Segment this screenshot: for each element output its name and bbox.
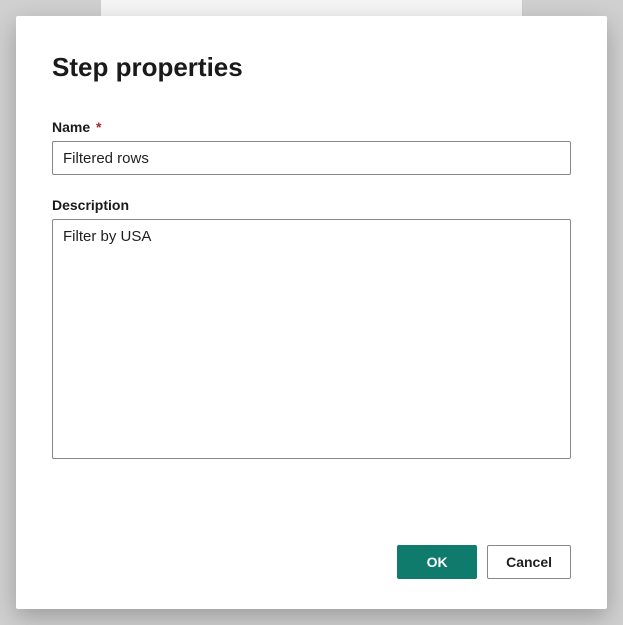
name-label-text: Name (52, 119, 90, 135)
description-input[interactable] (52, 219, 571, 459)
dialog-button-row: OK Cancel (52, 521, 571, 579)
required-indicator: * (96, 119, 101, 135)
dialog-title: Step properties (52, 52, 571, 83)
name-label: Name * (52, 119, 571, 135)
description-field-group: Description (52, 197, 571, 464)
background-window-hint (100, 0, 523, 16)
cancel-button[interactable]: Cancel (487, 545, 571, 579)
step-properties-dialog: Step properties Name * Description OK Ca… (16, 16, 607, 609)
name-input[interactable] (52, 141, 571, 175)
description-label: Description (52, 197, 571, 213)
ok-button[interactable]: OK (397, 545, 477, 579)
name-field-group: Name * (52, 119, 571, 175)
